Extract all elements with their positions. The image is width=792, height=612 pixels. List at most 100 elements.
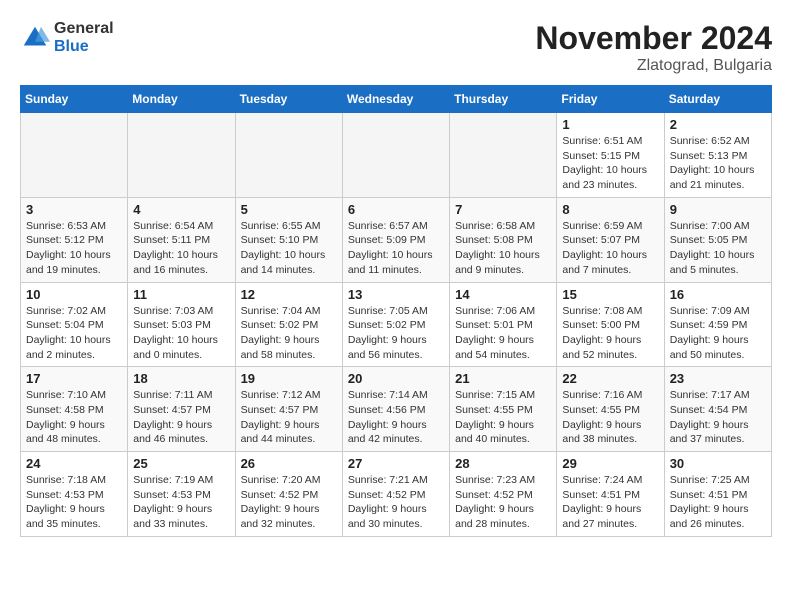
day-number: 15	[562, 287, 658, 302]
day-cell: 19Sunrise: 7:12 AM Sunset: 4:57 PM Dayli…	[235, 367, 342, 452]
day-cell: 6 Sunrise: 6:57 AM Sunset: 5:09 PM Daylig…	[342, 197, 449, 282]
logo: General Blue	[20, 20, 114, 55]
week-row-0: 1 Sunrise: 6:51 AM Sunset: 5:15 PM Daylig…	[21, 113, 772, 198]
day-number: 9	[670, 202, 766, 217]
day-info: Sunrise: 7:21 AM Sunset: 4:52 PM Dayligh…	[348, 474, 428, 530]
day-cell	[128, 113, 235, 198]
day-info: Sunrise: 7:04 AM Sunset: 5:02 PM Dayligh…	[241, 305, 321, 361]
day-number: 6	[348, 202, 444, 217]
calendar: SundayMondayTuesdayWednesdayThursdayFrid…	[20, 85, 772, 537]
header-cell-monday: Monday	[128, 86, 235, 113]
day-number: 12	[241, 287, 337, 302]
day-cell	[342, 113, 449, 198]
day-number: 22	[562, 371, 658, 386]
title-area: November 2024 Zlatograd, Bulgaria	[535, 20, 772, 75]
day-number: 21	[455, 371, 551, 386]
week-row-2: 10 Sunrise: 7:02 AM Sunset: 5:04 PM Dayli…	[21, 282, 772, 367]
day-info: Sunrise: 6:51 AM Sunset: 5:15 PM Dayligh…	[562, 135, 647, 191]
day-cell: 3 Sunrise: 6:53 AM Sunset: 5:12 PM Daylig…	[21, 197, 128, 282]
day-info: Sunrise: 7:11 AM Sunset: 4:57 PM Dayligh…	[133, 389, 212, 445]
day-info: Sunrise: 7:05 AM Sunset: 5:02 PM Dayligh…	[348, 305, 428, 361]
day-info: Sunrise: 7:08 AM Sunset: 5:00 PM Dayligh…	[562, 305, 642, 361]
header-row: SundayMondayTuesdayWednesdayThursdayFrid…	[21, 86, 772, 113]
day-number: 20	[348, 371, 444, 386]
logo-blue: Blue	[54, 38, 114, 56]
day-number: 19	[241, 371, 337, 386]
header-cell-sunday: Sunday	[21, 86, 128, 113]
day-cell: 1 Sunrise: 6:51 AM Sunset: 5:15 PM Daylig…	[557, 113, 664, 198]
day-info: Sunrise: 7:18 AM Sunset: 4:53 PM Dayligh…	[26, 474, 106, 530]
day-cell: 4Sunrise: 6:54 AM Sunset: 5:11 PM Daylig…	[128, 197, 235, 282]
month-title: November 2024	[535, 20, 772, 57]
day-number: 8	[562, 202, 658, 217]
header-cell-friday: Friday	[557, 86, 664, 113]
day-info: Sunrise: 7:25 AM Sunset: 4:51 PM Dayligh…	[670, 474, 750, 530]
day-number: 28	[455, 456, 551, 471]
day-info: Sunrise: 7:14 AM Sunset: 4:56 PM Dayligh…	[348, 389, 428, 445]
day-cell: 29Sunrise: 7:24 AM Sunset: 4:51 PM Dayli…	[557, 452, 664, 537]
day-info: Sunrise: 6:58 AM Sunset: 5:08 PM Dayligh…	[455, 220, 540, 276]
day-number: 30	[670, 456, 766, 471]
day-cell: 17 Sunrise: 7:10 AM Sunset: 4:58 PM Dayli…	[21, 367, 128, 452]
day-cell	[235, 113, 342, 198]
day-number: 27	[348, 456, 444, 471]
day-cell	[21, 113, 128, 198]
week-row-3: 17 Sunrise: 7:10 AM Sunset: 4:58 PM Dayli…	[21, 367, 772, 452]
day-number: 14	[455, 287, 551, 302]
day-cell: 27 Sunrise: 7:21 AM Sunset: 4:52 PM Dayli…	[342, 452, 449, 537]
header-cell-tuesday: Tuesday	[235, 86, 342, 113]
day-cell: 8 Sunrise: 6:59 AM Sunset: 5:07 PM Daylig…	[557, 197, 664, 282]
day-number: 5	[241, 202, 337, 217]
day-cell: 10 Sunrise: 7:02 AM Sunset: 5:04 PM Dayli…	[21, 282, 128, 367]
day-cell: 22Sunrise: 7:16 AM Sunset: 4:55 PM Dayli…	[557, 367, 664, 452]
day-number: 2	[670, 117, 766, 132]
day-cell: 23Sunrise: 7:17 AM Sunset: 4:54 PM Dayli…	[664, 367, 771, 452]
day-cell: 5 Sunrise: 6:55 AM Sunset: 5:10 PM Daylig…	[235, 197, 342, 282]
day-info: Sunrise: 7:10 AM Sunset: 4:58 PM Dayligh…	[26, 389, 106, 445]
day-cell: 15 Sunrise: 7:08 AM Sunset: 5:00 PM Dayli…	[557, 282, 664, 367]
day-number: 13	[348, 287, 444, 302]
day-number: 25	[133, 456, 229, 471]
day-cell: 28 Sunrise: 7:23 AM Sunset: 4:52 PM Dayli…	[450, 452, 557, 537]
day-info: Sunrise: 6:54 AM Sunset: 5:11 PM Dayligh…	[133, 220, 218, 276]
day-number: 26	[241, 456, 337, 471]
day-info: Sunrise: 7:19 AM Sunset: 4:53 PM Dayligh…	[133, 474, 213, 530]
day-info: Sunrise: 6:55 AM Sunset: 5:10 PM Dayligh…	[241, 220, 326, 276]
day-info: Sunrise: 7:00 AM Sunset: 5:05 PM Dayligh…	[670, 220, 755, 276]
day-cell: 30 Sunrise: 7:25 AM Sunset: 4:51 PM Dayli…	[664, 452, 771, 537]
logo-text: General Blue	[54, 20, 114, 55]
day-cell: 11 Sunrise: 7:03 AM Sunset: 5:03 PM Dayli…	[128, 282, 235, 367]
logo-general: General	[54, 20, 114, 38]
header-cell-wednesday: Wednesday	[342, 86, 449, 113]
header-cell-saturday: Saturday	[664, 86, 771, 113]
day-number: 11	[133, 287, 229, 302]
day-info: Sunrise: 6:57 AM Sunset: 5:09 PM Dayligh…	[348, 220, 433, 276]
day-info: Sunrise: 7:20 AM Sunset: 4:52 PM Dayligh…	[241, 474, 321, 530]
header-cell-thursday: Thursday	[450, 86, 557, 113]
day-info: Sunrise: 7:06 AM Sunset: 5:01 PM Dayligh…	[455, 305, 535, 361]
location: Zlatograd, Bulgaria	[535, 57, 772, 75]
day-number: 1	[562, 117, 658, 132]
day-number: 10	[26, 287, 122, 302]
day-cell: 25 Sunrise: 7:19 AM Sunset: 4:53 PM Dayli…	[128, 452, 235, 537]
day-number: 17	[26, 371, 122, 386]
header: General Blue November 2024 Zlatograd, Bu…	[20, 20, 772, 75]
day-cell: 24Sunrise: 7:18 AM Sunset: 4:53 PM Dayli…	[21, 452, 128, 537]
day-info: Sunrise: 7:23 AM Sunset: 4:52 PM Dayligh…	[455, 474, 535, 530]
day-number: 3	[26, 202, 122, 217]
day-info: Sunrise: 6:53 AM Sunset: 5:12 PM Dayligh…	[26, 220, 111, 276]
day-cell: 21Sunrise: 7:15 AM Sunset: 4:55 PM Dayli…	[450, 367, 557, 452]
day-info: Sunrise: 6:59 AM Sunset: 5:07 PM Dayligh…	[562, 220, 647, 276]
day-number: 7	[455, 202, 551, 217]
day-cell: 20 Sunrise: 7:14 AM Sunset: 4:56 PM Dayli…	[342, 367, 449, 452]
day-cell: 18Sunrise: 7:11 AM Sunset: 4:57 PM Dayli…	[128, 367, 235, 452]
day-cell: 12 Sunrise: 7:04 AM Sunset: 5:02 PM Dayli…	[235, 282, 342, 367]
day-info: Sunrise: 7:03 AM Sunset: 5:03 PM Dayligh…	[133, 305, 218, 361]
calendar-header: SundayMondayTuesdayWednesdayThursdayFrid…	[21, 86, 772, 113]
day-info: Sunrise: 7:02 AM Sunset: 5:04 PM Dayligh…	[26, 305, 111, 361]
day-info: Sunrise: 6:52 AM Sunset: 5:13 PM Dayligh…	[670, 135, 755, 191]
week-row-4: 24Sunrise: 7:18 AM Sunset: 4:53 PM Dayli…	[21, 452, 772, 537]
day-cell: 14 Sunrise: 7:06 AM Sunset: 5:01 PM Dayli…	[450, 282, 557, 367]
day-info: Sunrise: 7:09 AM Sunset: 4:59 PM Dayligh…	[670, 305, 750, 361]
day-info: Sunrise: 7:24 AM Sunset: 4:51 PM Dayligh…	[562, 474, 642, 530]
